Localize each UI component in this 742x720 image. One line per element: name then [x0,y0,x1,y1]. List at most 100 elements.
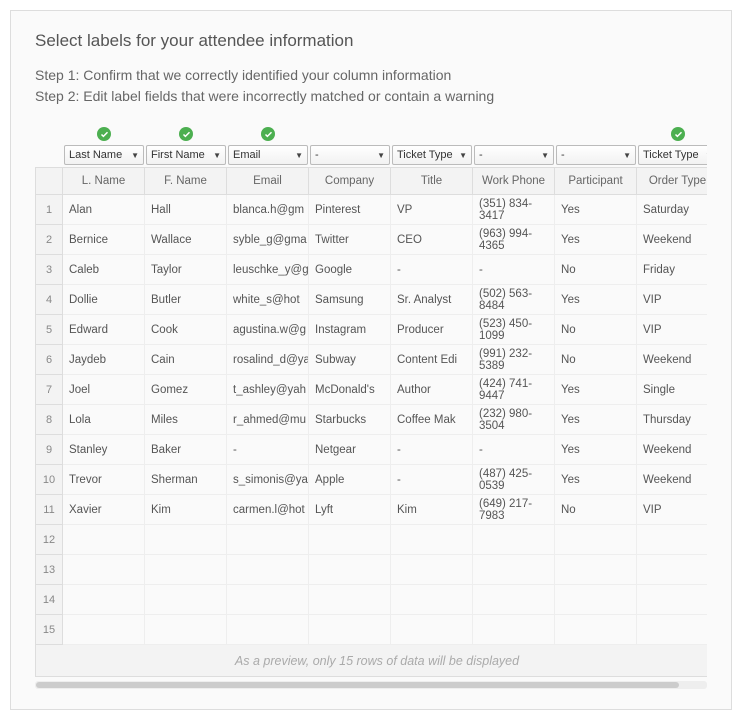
table-cell [473,525,555,555]
table-cell: Hall [145,195,227,225]
table-cell: (523) 450-1099 [473,315,555,345]
scrollbar-thumb[interactable] [36,682,679,688]
column-header-6: Participant [555,167,637,195]
table-cell: Twitter [309,225,391,255]
chevron-down-icon: ▼ [213,151,221,160]
table-cell: - [473,435,555,465]
table-cell: Sherman [145,465,227,495]
table-cell [391,525,473,555]
column-header-0: L. Name [63,167,145,195]
column-check-0 [63,125,145,143]
data-grid: Last Name▼First Name▼Email▼-▼Ticket Type… [35,125,707,677]
row-number: 7 [35,375,63,405]
table-cell [227,615,309,645]
table-cell: Caleb [63,255,145,285]
table-cell: VIP [637,285,707,315]
column-check-6 [555,125,637,143]
table-cell: Pinterest [309,195,391,225]
column-selector-label: Ticket Type [643,149,699,161]
row-number: 2 [35,225,63,255]
row-number: 9 [35,435,63,465]
row-number: 13 [35,555,63,585]
import-panel: Select labels for your attendee informat… [10,10,732,710]
table-cell: (351) 834-3417 [473,195,555,225]
row-number: 6 [35,345,63,375]
table-cell: No [555,255,637,285]
row-number: 10 [35,465,63,495]
column-selector-3[interactable]: -▼ [310,145,390,165]
table-cell: Starbucks [309,405,391,435]
table-cell: VIP [637,495,707,525]
table-cell: agustina.w@g [227,315,309,345]
steps: Step 1: Confirm that we correctly identi… [35,65,707,107]
table-cell: (502) 563-8484 [473,285,555,315]
table-cell: Instagram [309,315,391,345]
table-cell [391,585,473,615]
table-cell: Alan [63,195,145,225]
table-cell: CEO [391,225,473,255]
row-number: 11 [35,495,63,525]
table-cell: leuschke_y@g [227,255,309,285]
table-cell [63,525,145,555]
table-cell: No [555,495,637,525]
row-number: 3 [35,255,63,285]
chevron-down-icon: ▼ [459,151,467,160]
row-number: 1 [35,195,63,225]
table-cell [227,525,309,555]
table-cell [637,555,707,585]
column-selector-0[interactable]: Last Name▼ [64,145,144,165]
table-cell: Yes [555,225,637,255]
table-cell: Miles [145,405,227,435]
table-cell: Single [637,375,707,405]
table-cell: rosalind_d@ya [227,345,309,375]
column-selector-5[interactable]: -▼ [474,145,554,165]
table-cell: Joel [63,375,145,405]
table-cell: Subway [309,345,391,375]
table-cell: Weekend [637,435,707,465]
table-cell: Taylor [145,255,227,285]
chevron-down-icon: ▼ [131,151,139,160]
table-cell: Dollie [63,285,145,315]
chevron-down-icon: ▼ [705,151,707,160]
table-cell: Stanley [63,435,145,465]
table-cell [555,585,637,615]
column-selector-6[interactable]: -▼ [556,145,636,165]
row-number: 14 [35,585,63,615]
column-selector-7[interactable]: Ticket Type ▼ [638,145,707,165]
table-cell: Yes [555,195,637,225]
table-cell: syble_g@gma [227,225,309,255]
table-cell: Kim [391,495,473,525]
column-selector-label: Email [233,149,261,161]
table-cell: Yes [555,435,637,465]
table-cell: Weekend [637,465,707,495]
table-cell [145,615,227,645]
table-cell: Samsung [309,285,391,315]
column-selector-2[interactable]: Email ▼ [228,145,308,165]
table-cell: VP [391,195,473,225]
table-cell: VIP [637,315,707,345]
table-cell: Jaydeb [63,345,145,375]
horizontal-scrollbar[interactable] [35,681,707,689]
table-scroll[interactable]: Last Name▼First Name▼Email▼-▼Ticket Type… [35,125,707,677]
table-cell: Baker [145,435,227,465]
column-selector-1[interactable]: First Name▼ [146,145,226,165]
column-selector-label: - [561,149,565,161]
table-cell [309,615,391,645]
table-cell: Yes [555,285,637,315]
table-cell [227,585,309,615]
chevron-down-icon: ▼ [623,151,631,160]
table-cell [63,585,145,615]
table-cell: blanca.h@gm [227,195,309,225]
table-cell: Thursday [637,405,707,435]
column-selector-4[interactable]: Ticket Type▼ [392,145,472,165]
table-cell: Weekend [637,345,707,375]
table-cell [145,525,227,555]
check-icon [179,127,193,141]
table-cell: Yes [555,375,637,405]
column-check-3 [309,125,391,143]
row-number: 5 [35,315,63,345]
table-cell: Friday [637,255,707,285]
chevron-down-icon: ▼ [295,151,303,160]
table-cell [309,525,391,555]
table-cell: t_ashley@yah [227,375,309,405]
